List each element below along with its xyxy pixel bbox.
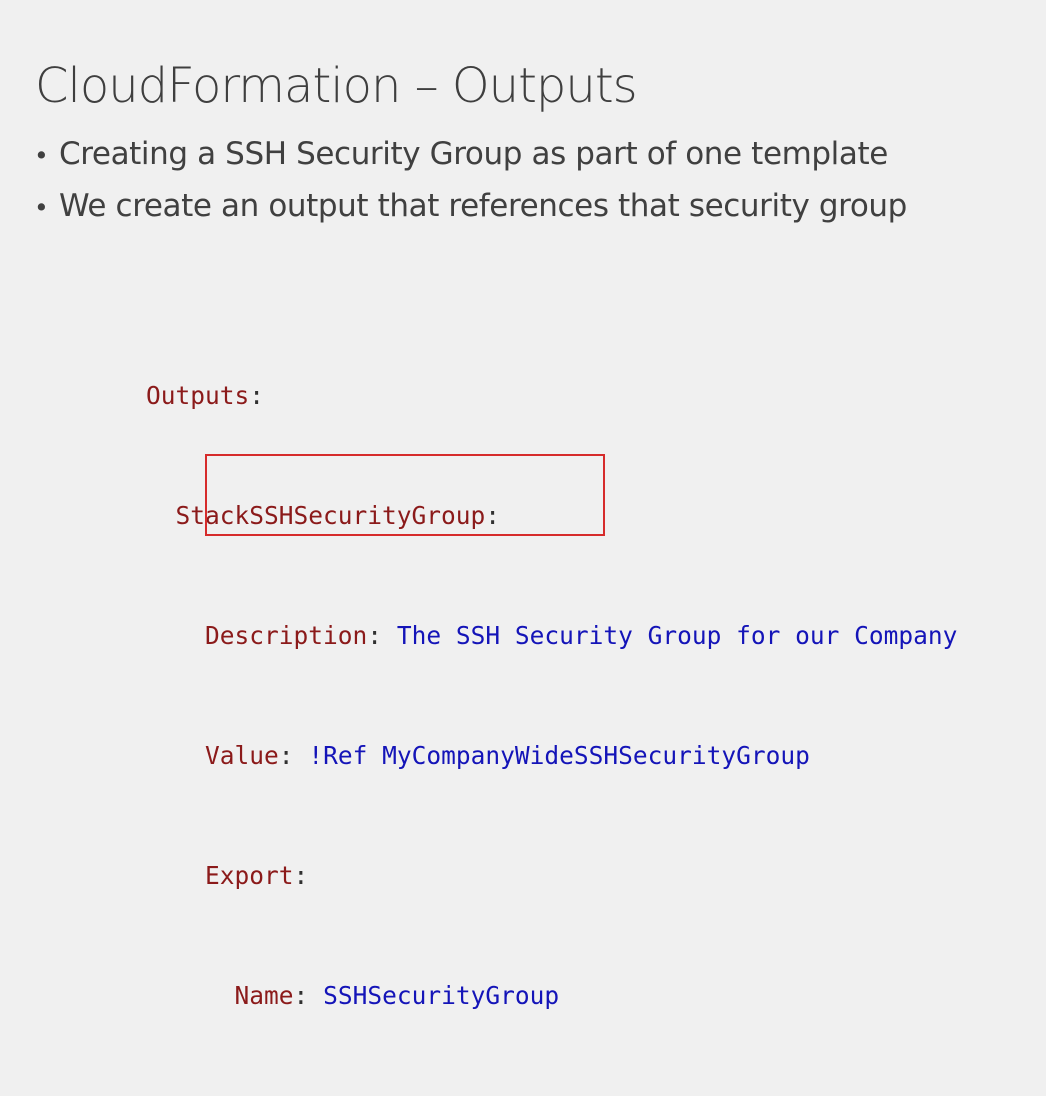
code-line-name: Name: SSHSecurityGroup — [146, 976, 957, 1016]
yaml-colon: : — [293, 861, 309, 890]
yaml-key: Outputs — [146, 381, 250, 410]
yaml-colon: : — [249, 381, 265, 410]
bullet-list: • Creating a SSH Security Group as part … — [34, 131, 907, 235]
bullet-item: • Creating a SSH Security Group as part … — [34, 131, 907, 183]
bullet-item: • We create an output that references th… — [34, 183, 907, 235]
yaml-key: Value — [205, 741, 279, 770]
slide-title: CloudFormation – Outputs — [35, 58, 638, 115]
yaml-key: Name — [234, 981, 294, 1010]
bullet-text: Creating a SSH Security Group as part of… — [59, 136, 888, 172]
slide: CloudFormation – Outputs • Creating a SS… — [0, 0, 1046, 1010]
export-highlight-box — [205, 454, 605, 536]
yaml-key: Export — [205, 861, 294, 890]
bullet-dot-icon: • — [34, 193, 49, 222]
bullet-dot-icon: • — [34, 141, 49, 170]
yaml-value: SSHSecurityGroup — [323, 981, 560, 1010]
yaml-key: Description — [205, 621, 368, 650]
code-line-value: Value: !Ref MyCompanyWideSSHSecurityGrou… — [146, 736, 957, 776]
yaml-colon: : — [278, 741, 294, 770]
code-line-outputs: Outputs: — [146, 376, 957, 416]
code-line-export: Export: — [146, 856, 957, 896]
yaml-value: The SSH Security Group for our Company — [396, 621, 958, 650]
code-snippet: Outputs: StackSSHSecurityGroup: Descript… — [146, 296, 957, 1096]
yaml-colon: : — [367, 621, 383, 650]
code-line-description: Description: The SSH Security Group for … — [146, 616, 957, 656]
yaml-value: !Ref MyCompanyWideSSHSecurityGroup — [308, 741, 810, 770]
bullet-text: We create an output that references that… — [59, 188, 907, 224]
yaml-colon: : — [293, 981, 309, 1010]
